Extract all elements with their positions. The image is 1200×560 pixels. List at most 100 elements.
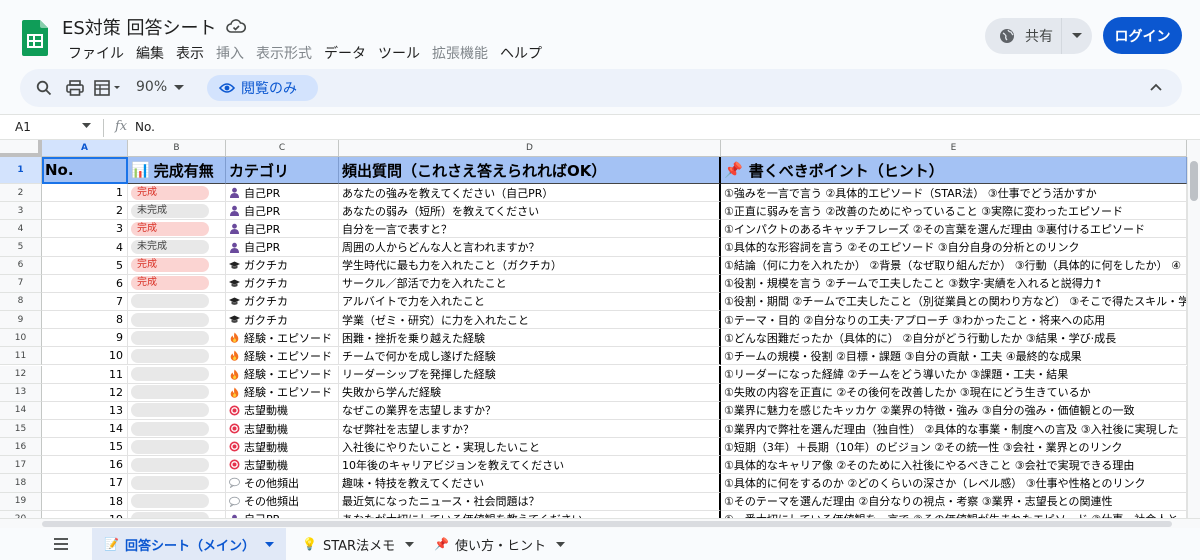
cell-no[interactable]: 11 [42, 365, 128, 384]
header-cell-category[interactable]: カテゴリ [226, 157, 339, 184]
status-chip[interactable]: 未完成 [131, 203, 209, 218]
row-header[interactable]: 17 [0, 456, 42, 475]
cell-category[interactable]: 自己PR [226, 510, 339, 518]
menu-item-1[interactable]: 編集 [130, 43, 170, 63]
cell-no[interactable]: 6 [42, 274, 128, 293]
sheet-tab-0[interactable]: 📝 回答シート（メイン） [92, 528, 286, 560]
cell-question[interactable]: 学業（ゼミ・研究）に力を入れたこと [339, 311, 721, 330]
collapse-chevron-icon[interactable] [1150, 83, 1162, 91]
row-header[interactable]: 18 [0, 474, 42, 493]
cell-category[interactable]: 自己PR [226, 238, 339, 257]
cell-category[interactable]: 自己PR [226, 220, 339, 239]
status-chip[interactable]: 完成 [131, 258, 209, 273]
cell-category[interactable]: ガクチカ [226, 292, 339, 312]
status-chip[interactable] [131, 475, 209, 490]
cell-status[interactable] [128, 292, 226, 312]
status-chip[interactable] [131, 312, 209, 327]
cell-status[interactable] [128, 419, 226, 439]
all-sheets-menu-icon[interactable] [52, 536, 70, 552]
cell-no[interactable]: 1 [42, 184, 128, 203]
sheet-tab-2[interactable]: 📌 使い方・ヒント [422, 528, 577, 560]
cell-status[interactable] [128, 492, 226, 511]
cell-no[interactable]: 12 [42, 383, 128, 402]
column-header-a[interactable]: A [42, 140, 128, 157]
cell-status[interactable] [128, 383, 226, 402]
row-header[interactable]: 14 [0, 401, 42, 420]
cell-status[interactable]: 完成 [128, 184, 226, 203]
row-header[interactable]: 4 [0, 220, 42, 239]
status-chip[interactable] [131, 385, 209, 400]
cell-no[interactable]: 10 [42, 347, 128, 366]
row-header[interactable]: 2 [0, 184, 42, 203]
cell-status[interactable] [128, 365, 226, 384]
view-mode-dropdown-icon[interactable] [93, 78, 127, 98]
cell-category[interactable]: 志望動機 [226, 419, 339, 439]
cell-hint[interactable]: ①具体的な形容詞を言う ②そのエピソード ③自分自身の分析とのリンク [721, 238, 1187, 257]
cell-hint[interactable]: ①業界に魅力を感じたキッカケ ②業界の特徴・強み ③自分の強み・価値観との一致 [721, 401, 1187, 420]
view-only-chip[interactable]: 閲覧のみ [207, 75, 318, 101]
cell-status[interactable]: 完成 [128, 256, 226, 275]
search-icon[interactable] [34, 78, 54, 98]
sheets-logo-icon[interactable] [22, 20, 48, 56]
cell-question[interactable]: あなたの弱み（短所）を教えてください [339, 202, 721, 221]
cell-no[interactable]: 16 [42, 456, 128, 475]
zoom-caret-icon[interactable] [174, 85, 184, 91]
cell-status[interactable] [128, 401, 226, 420]
row-header[interactable]: 19 [0, 492, 42, 511]
header-cell-question[interactable]: 頻出質問（これさえ答えられればOK） [339, 157, 721, 184]
cell-no[interactable]: 4 [42, 238, 128, 257]
menu-item-4[interactable]: 表示形式 [250, 43, 318, 63]
sheet-tab-caret-icon[interactable] [555, 541, 565, 547]
menu-item-8[interactable]: ヘルプ [494, 43, 548, 63]
cell-category[interactable]: 経験・エピソード [226, 329, 339, 348]
spreadsheet-grid[interactable]: ABCDE 1 No. 📊 完成有無 カテゴリ 頻出質問（これさえ答えられればOK） 📌 書く… [0, 140, 1200, 518]
cell-no[interactable]: 13 [42, 401, 128, 420]
name-box[interactable]: A1 [15, 120, 31, 134]
row-header[interactable]: 9 [0, 311, 42, 330]
cell-question[interactable]: 自分を一言で表すと？ [339, 220, 721, 239]
cell-question[interactable]: 失敗から学んだ経験 [339, 383, 721, 402]
cell-hint[interactable]: ①チームの規模・役割 ②目標・課題 ③自分の貢献・工夫 ④最終的な成果 [721, 347, 1187, 366]
menu-item-3[interactable]: 挿入 [210, 43, 250, 63]
cell-question[interactable]: 最近気になったニュース・社会問題は？ [339, 492, 721, 511]
cell-hint[interactable]: ①そのテーマを選んだ理由 ②自分なりの視点・考察 ③業界・志望長との関連性 [721, 492, 1187, 511]
cell-hint[interactable]: ①強みを一言で言う ②具体的エピソード（STAR法） ③仕事でどう活かすか [721, 184, 1187, 203]
cell-question[interactable]: 10年後のキャリアビジョンを教えてください [339, 456, 721, 475]
cell-hint[interactable]: ①役割・期間 ②チームで工夫したこと（別従業員との関わり方など） ③そこで得たス… [721, 292, 1187, 312]
sheet-tab-caret-icon[interactable] [264, 541, 274, 547]
row-header[interactable]: 15 [0, 419, 42, 439]
cell-status[interactable] [128, 329, 226, 348]
row-header[interactable]: 11 [0, 347, 42, 366]
cell-category[interactable]: ガクチカ [226, 274, 339, 293]
cell-no[interactable]: 18 [42, 492, 128, 511]
vertical-scrollbar[interactable] [1187, 157, 1200, 518]
sheet-tab-caret-icon[interactable] [405, 541, 415, 547]
status-chip[interactable]: 完成 [131, 276, 209, 291]
cell-hint[interactable]: ①役割・規模を言う ②チームで工夫したこと ③数字·実績を入れると説得力↑ [721, 274, 1187, 293]
row-header[interactable]: 13 [0, 383, 42, 402]
document-title[interactable]: ES対策 回答シート [62, 14, 217, 40]
menu-item-2[interactable]: 表示 [170, 43, 210, 63]
cell-question[interactable]: 周囲の人からどんな人と言われますか？ [339, 238, 721, 257]
cell-no[interactable]: 3 [42, 220, 128, 239]
cell-hint[interactable]: ①具体的に何をするのか ②どのくらいの深さか（レベル感） ③仕事や性格とのリンク [721, 474, 1187, 493]
cell-hint[interactable]: ①具体的なキャリア像 ②そのために入社後にやるべきこと ③会社で実現できる理由 [721, 456, 1187, 475]
status-chip[interactable] [131, 421, 209, 436]
cell-category[interactable]: 経験・エピソード [226, 383, 339, 402]
cell-question[interactable]: あなたが大切にしている価値観を教えてください [339, 510, 721, 518]
row-header-1[interactable]: 1 [0, 157, 42, 184]
cell-status[interactable] [128, 474, 226, 493]
row-header[interactable]: 6 [0, 256, 42, 275]
status-chip[interactable] [131, 403, 209, 418]
status-chip[interactable] [131, 367, 209, 382]
cell-status[interactable]: 完成 [128, 274, 226, 293]
row-header[interactable]: 3 [0, 202, 42, 221]
cell-question[interactable]: 趣味・特技を教えてください [339, 474, 721, 493]
status-chip[interactable] [131, 494, 209, 509]
cell-no[interactable]: 15 [42, 438, 128, 457]
cell-category[interactable]: 志望動機 [226, 456, 339, 475]
header-cell-hint[interactable]: 📌 書くべきポイント（ヒント） [721, 157, 1187, 184]
horizontal-scrollbar[interactable] [0, 518, 1200, 528]
zoom-select[interactable]: 90% [136, 79, 167, 95]
cell-hint[interactable]: ①短期（3年）＋長期（10年）のビジョン ②その統一性 ③会社・業界とのリンク [721, 438, 1187, 457]
